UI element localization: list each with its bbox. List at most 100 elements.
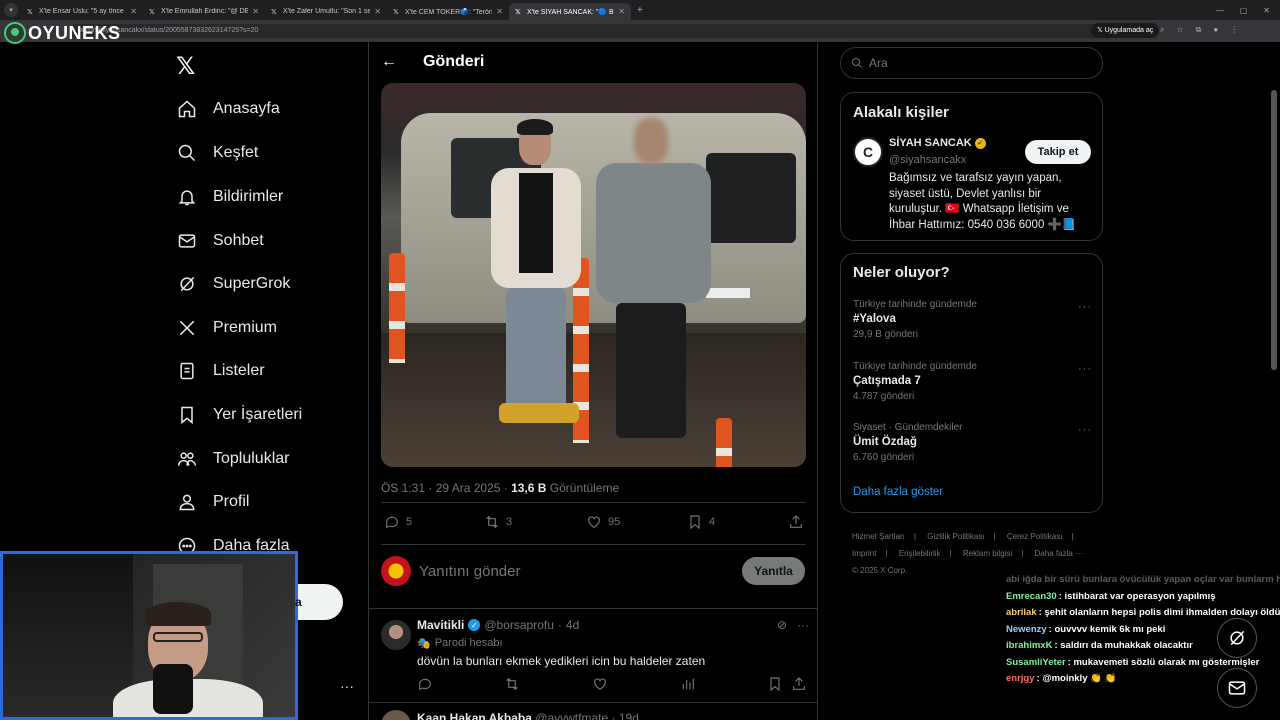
tab-close-icon[interactable]: ✕ (130, 7, 137, 16)
account-more-icon[interactable]: ··· (340, 678, 354, 694)
reply-author[interactable]: Kaan Hakan Akbaba @ayvwtfmate · 19d (417, 711, 639, 720)
nav-item-home[interactable]: Anasayfa (176, 98, 280, 120)
open-in-app-button[interactable]: 𝕏 Uygulamada aç (1091, 23, 1160, 38)
browser-tab[interactable]: 𝕏X'te Emrullah Erdinc: "@ DEAD✕ (143, 3, 265, 20)
post-button[interactable]: a (295, 584, 343, 620)
reply-like-button[interactable] (592, 676, 608, 692)
new-tab-button[interactable]: + (637, 5, 643, 16)
show-more-link[interactable]: Daha fazla göster (853, 486, 943, 498)
follow-button[interactable]: Takip et (1025, 140, 1091, 164)
post-header: ← Gönderi (369, 42, 817, 82)
footer-link[interactable]: Reklam bilgisi (963, 549, 1012, 558)
reply-bookmark-button[interactable] (767, 676, 783, 692)
footer-link[interactable]: Daha fazla ··· (1035, 549, 1083, 558)
heart-icon (588, 516, 600, 529)
tab-close-icon[interactable]: ✕ (374, 7, 381, 16)
reply-button[interactable]: 5 (384, 514, 412, 530)
footer-link[interactable]: Erişilebilirlik (899, 549, 941, 558)
like-button[interactable]: 95 (586, 514, 620, 530)
related-people-card: Alakalı kişiler C SİYAH SANCAK ✓ @siyahs… (840, 92, 1103, 241)
mail-icon (1228, 681, 1246, 695)
nav-item-premium[interactable]: Premium (176, 317, 277, 339)
parody-label: 🎭 Parodi hesabı (417, 637, 503, 650)
trend-item[interactable]: Türkiye tarihinde gündemde #Yalova 29,9 … (853, 299, 1098, 340)
repost-button[interactable]: 3 (484, 514, 512, 530)
x-logo-icon[interactable]: 𝕏 (176, 52, 195, 81)
grok-icon[interactable]: ⊘ (777, 618, 787, 632)
post-image[interactable] (381, 83, 806, 467)
grok-fab[interactable] (1217, 618, 1257, 658)
scrollbar[interactable] (1271, 90, 1277, 370)
nav-item-explore[interactable]: Keşfet (176, 142, 258, 164)
minimize-icon[interactable]: — (1216, 6, 1224, 15)
menu-icon[interactable]: ⋮ (1230, 25, 1238, 35)
x-favicon-icon: 𝕏 (149, 8, 155, 16)
more-options-icon[interactable]: ··· (1078, 301, 1092, 313)
post-actions: 5 3 95 4 (369, 514, 817, 534)
x-icon (176, 317, 198, 339)
zoom-icon[interactable]: ⌕ (1160, 25, 1164, 35)
chat-message: abi iğda bir sürü bunlara övücülük yapan… (1006, 574, 1280, 585)
star-icon[interactable]: ☆ (1176, 25, 1183, 35)
browser-tab-active[interactable]: 𝕏X'te SİYAH SANCAK: "🔵 Bursa✕ (509, 3, 631, 20)
messages-fab[interactable] (1217, 668, 1257, 708)
search-input[interactable]: Ara (840, 47, 1103, 79)
search-icon (176, 142, 198, 164)
reply-actions (369, 676, 817, 694)
back-arrow-icon[interactable]: ← (381, 53, 397, 71)
account-bio: Bağımsız ve tarafsız yayın yapan, siyase… (889, 172, 1077, 231)
reply-author-avatar[interactable] (381, 710, 411, 720)
maximize-icon[interactable]: ▢ (1240, 6, 1248, 15)
trend-item[interactable]: Siyaset · Gündemdekiler Ümit Özdağ 6.760… (853, 422, 1098, 463)
chat-message: Emrecan30: istihbarat var operasyon yapı… (1006, 590, 1216, 602)
tab-search-icon[interactable]: ▾ (4, 3, 18, 17)
grok-icon (176, 273, 198, 295)
account-name[interactable]: SİYAH SANCAK ✓ (889, 137, 986, 149)
profile-icon[interactable]: ● (1213, 25, 1218, 35)
footer-link[interactable]: Imprint (852, 549, 876, 558)
reply-author-avatar[interactable] (381, 620, 411, 650)
verified-badge-icon: ✓ (468, 619, 481, 631)
nav-item-supergrok[interactable]: SuperGrok (176, 273, 290, 295)
footer-link[interactable]: Gizlilik Politikası (927, 532, 984, 541)
share-button[interactable] (788, 514, 804, 530)
more-options-icon[interactable]: ··· (797, 618, 809, 632)
nav-item-notifications[interactable]: Bildirimler (176, 186, 283, 208)
image-person-left (481, 119, 591, 423)
reply-repost-button[interactable] (504, 676, 520, 692)
streamer-webcam (0, 551, 298, 720)
extensions-icon[interactable]: ⧉ (1196, 25, 1202, 35)
nav-item-profile[interactable]: Profil (176, 491, 249, 513)
nav-item-messages[interactable]: Sohbet (176, 230, 264, 252)
reply-icon (386, 516, 398, 529)
reply-text: dövün la bunları ekmek yedikleri icin bu… (417, 654, 706, 668)
url-field[interactable]: x.com/siyahsancakx/status/20055873832623… (70, 24, 1155, 38)
footer-link[interactable]: Hizmet Şartları (852, 532, 905, 541)
tab-close-icon[interactable]: ✕ (496, 7, 503, 16)
tab-close-icon[interactable]: ✕ (252, 7, 259, 16)
browser-tab[interactable]: 𝕏X'te Ensar Uslu: "5 ay önce http✕ (21, 3, 143, 20)
reply-views-button[interactable] (680, 676, 696, 692)
tab-close-icon[interactable]: ✕ (618, 7, 625, 16)
reply-author[interactable]: Mavitikli ✓ @borsaprofu · 4d (417, 618, 579, 632)
mask-icon: 🎭 (417, 638, 431, 650)
nav-item-lists[interactable]: Listeler (176, 360, 265, 382)
reply-reply-button[interactable] (417, 676, 433, 692)
reply-share-button[interactable] (791, 676, 807, 692)
nav-item-communities[interactable]: Topluluklar (176, 448, 289, 470)
x-favicon-icon: 𝕏 (515, 8, 521, 16)
browser-tab[interactable]: 𝕏 X'te CEM TOKER🗳️: "Terörist ✕ (387, 3, 509, 20)
more-options-icon[interactable]: ··· (1078, 363, 1092, 375)
toolbar-icons: ⌕ ☆ ⧉ ● ⋮ (1160, 25, 1238, 35)
trend-item[interactable]: Türkiye tarihinde gündemde Çatışmada 7 4… (853, 361, 1098, 402)
more-options-icon[interactable]: ··· (1078, 424, 1092, 436)
nav-item-bookmarks[interactable]: Yer İşaretleri (176, 404, 302, 426)
footer-link[interactable]: Çerez Politikası (1007, 532, 1063, 541)
reply-input[interactable]: Yanıtını gönder (419, 563, 520, 580)
reply-submit-button[interactable]: Yanıtla (742, 557, 805, 585)
account-avatar[interactable]: C (853, 137, 883, 167)
close-window-icon[interactable]: ✕ (1263, 6, 1270, 15)
browser-tab[interactable]: 𝕏X'te Zafer Umutlu: "Son 1 senede✕ (265, 3, 387, 20)
bookmark-button[interactable]: 4 (687, 514, 715, 530)
account-handle: @siyahsancakx (889, 154, 967, 166)
